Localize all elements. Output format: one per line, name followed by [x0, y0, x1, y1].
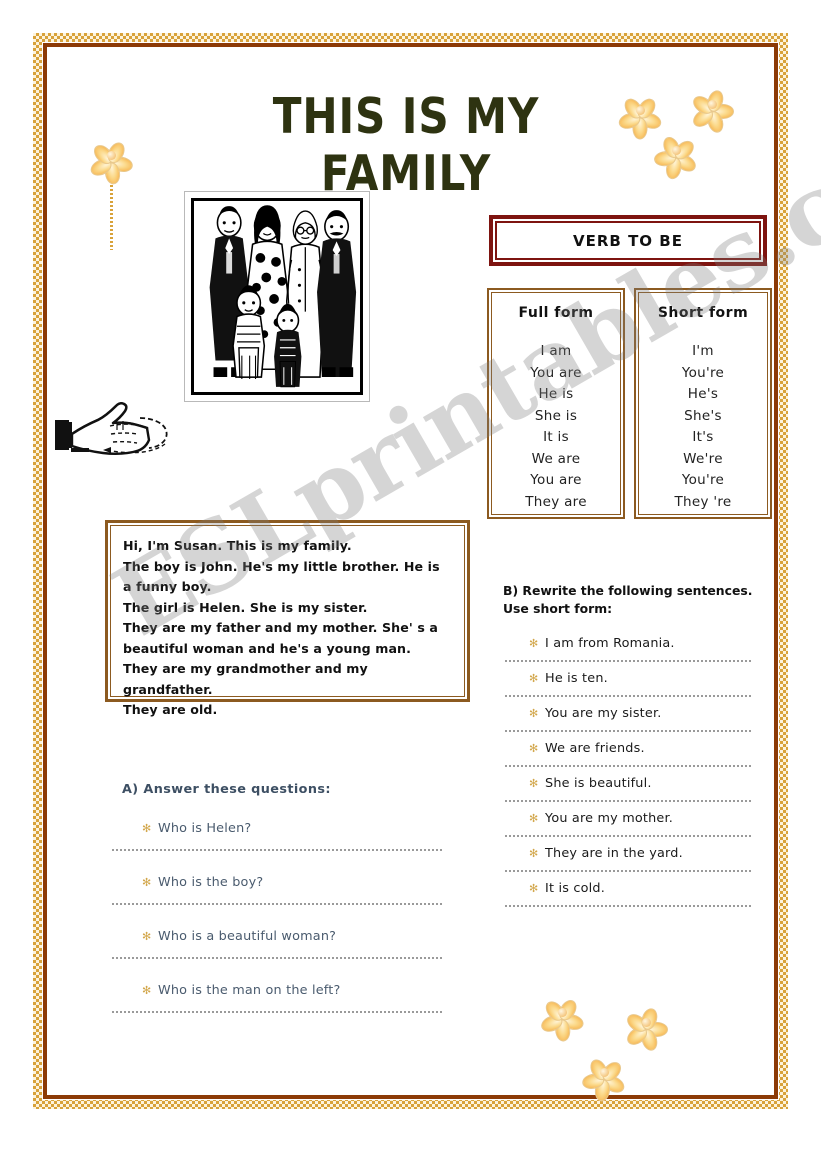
- full-form-box-inner: Full form I am You are He is She is It i…: [491, 292, 621, 515]
- answer-line[interactable]: [112, 957, 442, 959]
- short-form-item: You're: [681, 472, 725, 488]
- answer-line[interactable]: [505, 730, 751, 732]
- exercise-b-sentence: I am from Romania.: [545, 636, 675, 651]
- exercise-b-item: ✻ He is ten.: [503, 669, 765, 688]
- short-form-item: She's: [684, 407, 722, 424]
- short-form-item: We're: [683, 450, 723, 467]
- flower-bullet-icon: ✻: [529, 882, 539, 895]
- flower-bullet-icon: ✻: [529, 742, 539, 755]
- short-form-item: It's: [692, 429, 714, 445]
- exercise-a-question: Who is the man on the left?: [158, 983, 341, 998]
- exercise-b-item: ✻ She is beautiful.: [503, 774, 765, 793]
- answer-line[interactable]: [112, 849, 442, 851]
- exercise-a-item: ✻ Who is a beautiful woman?: [112, 927, 457, 946]
- verb-to-be-heading-box: VERB TO BE: [489, 215, 767, 266]
- full-form-item: We are: [531, 450, 581, 467]
- short-form-list: I'm You're He's She's It's We're You're …: [639, 341, 767, 513]
- short-form-item: They 're: [674, 493, 732, 510]
- reading-passage-inner: Hi, I'm Susan. This is my family. The bo…: [110, 525, 465, 717]
- short-form-item: He's: [687, 386, 719, 402]
- exercise-b-heading-line2: Use short form:: [503, 601, 613, 616]
- verb-to-be-heading-label: VERB TO BE: [573, 231, 683, 250]
- flower-bullet-icon: ✻: [142, 984, 152, 997]
- exercise-b-sentence: She is beautiful.: [545, 776, 652, 791]
- flower-bullet-icon: ✻: [529, 777, 539, 790]
- full-form-item: He is: [538, 386, 574, 402]
- flower-bullet-icon: ✻: [142, 930, 152, 943]
- short-form-item: You're: [681, 364, 725, 381]
- full-form-item: They are: [525, 493, 587, 510]
- exercise-b-sentence: He is ten.: [545, 671, 608, 686]
- exercise-b-item: ✻ I am from Romania.: [503, 634, 765, 653]
- exercise-b-sentence: We are friends.: [545, 741, 645, 756]
- exercise-b-sentence: You are my sister.: [545, 706, 662, 721]
- full-form-item: I am: [540, 343, 572, 359]
- short-form-box: Short form I'm You're He's She's It's We…: [634, 288, 772, 519]
- page-title: THIS IS MY FAMILY: [272, 88, 540, 202]
- full-form-box: Full form I am You are He is She is It i…: [487, 288, 625, 519]
- flower-bullet-icon: ✻: [529, 847, 539, 860]
- flower-bullet-icon: ✻: [142, 822, 152, 835]
- full-form-list: I am You are He is She is It is We are Y…: [492, 341, 620, 513]
- exercise-b-sentence: They are in the yard.: [545, 846, 683, 861]
- flower-bullet-icon: ✻: [529, 707, 539, 720]
- flower-bullet-icon: ✻: [529, 812, 539, 825]
- flower-bullet-icon: ✻: [529, 637, 539, 650]
- exercise-b-sentence: You are my mother.: [545, 811, 674, 826]
- answer-line[interactable]: [505, 905, 751, 907]
- answer-line[interactable]: [505, 765, 751, 767]
- passage-line: They are old.: [123, 702, 218, 717]
- passage-line: They are my grandmother and my grandfath…: [123, 661, 368, 697]
- answer-line[interactable]: [505, 835, 751, 837]
- answer-line[interactable]: [112, 1011, 442, 1013]
- pointing-hand-icon: [55, 392, 180, 472]
- exercise-a-question: Who is the boy?: [158, 875, 264, 890]
- passage-line: The boy is John. He's my little brother.…: [123, 558, 440, 595]
- short-form-box-inner: Short form I'm You're He's She's It's We…: [638, 292, 768, 515]
- pointing-hand-artwork: [55, 402, 168, 455]
- exercise-b-section: B) Rewrite the following sentences. Use …: [503, 582, 765, 914]
- exercise-b-item: ✻ They are in the yard.: [503, 844, 765, 863]
- flower-stem: [110, 165, 113, 250]
- exercise-b-item: ✻ We are friends.: [503, 739, 765, 758]
- flower-bullet-icon: ✻: [142, 876, 152, 889]
- exercise-a-item: ✻ Who is the man on the left?: [112, 981, 457, 1000]
- full-form-item: It is: [543, 429, 569, 445]
- exercise-a-item: ✻ Who is the boy?: [112, 873, 457, 892]
- answer-line[interactable]: [505, 660, 751, 662]
- full-form-item: You are: [530, 472, 582, 488]
- answer-line[interactable]: [505, 870, 751, 872]
- family-photo-frame: [191, 198, 363, 395]
- exercise-a-question: Who is a beautiful woman?: [158, 929, 337, 944]
- exercise-a-question: Who is Helen?: [158, 821, 252, 836]
- answer-line[interactable]: [505, 695, 751, 697]
- family-photo-artwork: [194, 201, 360, 392]
- exercise-b-sentence: It is cold.: [545, 881, 605, 896]
- exercise-b-heading: B) Rewrite the following sentences. Use …: [503, 582, 765, 618]
- full-form-header: Full form: [518, 305, 594, 321]
- exercise-b-item: ✻ You are my mother.: [503, 809, 765, 828]
- passage-line: The girl is Helen. She is my sister.: [123, 599, 368, 615]
- passage-line: They are my father and my mother. She' s…: [123, 620, 439, 656]
- exercise-b-heading-line1: B) Rewrite the following sentences.: [503, 583, 753, 598]
- answer-line[interactable]: [505, 800, 751, 802]
- short-form-item: I'm: [692, 343, 714, 359]
- exercise-a-item: ✻ Who is Helen?: [112, 819, 457, 838]
- full-form-item: She is: [534, 407, 578, 424]
- exercise-b-item: ✻ You are my sister.: [503, 704, 765, 723]
- passage-line: Hi, I'm Susan. This is my family.: [123, 538, 352, 553]
- exercise-a-heading: A) Answer these questions:: [122, 782, 331, 797]
- exercise-a-section: A) Answer these questions: ✻ Who is Hele…: [112, 782, 457, 1035]
- short-form-header: Short form: [657, 305, 749, 321]
- flower-bullet-icon: ✻: [529, 672, 539, 685]
- reading-passage-box: Hi, I'm Susan. This is my family. The bo…: [105, 520, 470, 717]
- verb-to-be-heading-inner: VERB TO BE: [495, 221, 761, 260]
- family-photo: [184, 191, 370, 402]
- full-form-item: You are: [530, 364, 582, 381]
- answer-line[interactable]: [112, 903, 442, 905]
- exercise-b-item: ✻ It is cold.: [503, 879, 765, 898]
